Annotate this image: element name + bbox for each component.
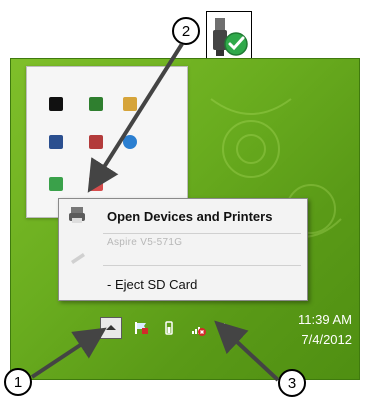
- tray-coffee-icon[interactable]: [49, 97, 63, 111]
- menu-separator: [103, 233, 301, 234]
- chevron-up-icon: [106, 325, 116, 330]
- device-icon: [71, 253, 85, 264]
- speaker-icon[interactable]: [216, 320, 232, 336]
- usb-safely-remove-icon: [213, 18, 248, 56]
- notification-overflow-panel: [26, 66, 188, 218]
- tray-document-icon[interactable]: [89, 177, 103, 191]
- clock-time: 11:39 AM: [298, 312, 352, 327]
- tray-safely-remove-icon[interactable]: [49, 177, 63, 191]
- clock-date: 7/4/2012: [301, 332, 352, 347]
- battery-icon[interactable]: [161, 320, 177, 336]
- callout-3: 3: [278, 369, 306, 397]
- menu-separator: [103, 265, 301, 266]
- tray-monitor-icon[interactable]: [49, 135, 63, 149]
- tray-cloud-icon[interactable]: [123, 135, 137, 149]
- eject-sd-card-label: - Eject SD Card: [107, 276, 198, 292]
- tray-grid-icon[interactable]: [89, 97, 103, 111]
- tray-package-icon[interactable]: [123, 97, 137, 111]
- callout-3-label: 3: [287, 374, 297, 392]
- callout-1-label: 1: [13, 373, 23, 391]
- safely-remove-hardware-icon-enlarged: [206, 11, 252, 61]
- safely-remove-context-menu: Open Devices and Printers Aspire V5-571G…: [58, 198, 308, 301]
- open-devices-and-printers-label: Open Devices and Printers: [107, 208, 273, 224]
- eject-sd-card-item[interactable]: - Eject SD Card: [59, 269, 307, 299]
- device-name-label: Aspire V5-571G: [107, 237, 183, 248]
- printer-icon: [69, 207, 85, 223]
- callout-2: 2: [172, 17, 200, 45]
- callout-2-label: 2: [181, 22, 191, 40]
- callout-1: 1: [4, 368, 32, 396]
- network-icon[interactable]: [190, 320, 206, 336]
- flag-icon[interactable]: [133, 320, 149, 336]
- tray-mail-icon[interactable]: [89, 135, 103, 149]
- open-devices-and-printers-item[interactable]: Open Devices and Printers: [59, 201, 307, 231]
- taskbar-clock[interactable]: 11:39 AM 7/4/2012: [298, 310, 352, 350]
- show-hidden-icons-button[interactable]: [100, 317, 122, 339]
